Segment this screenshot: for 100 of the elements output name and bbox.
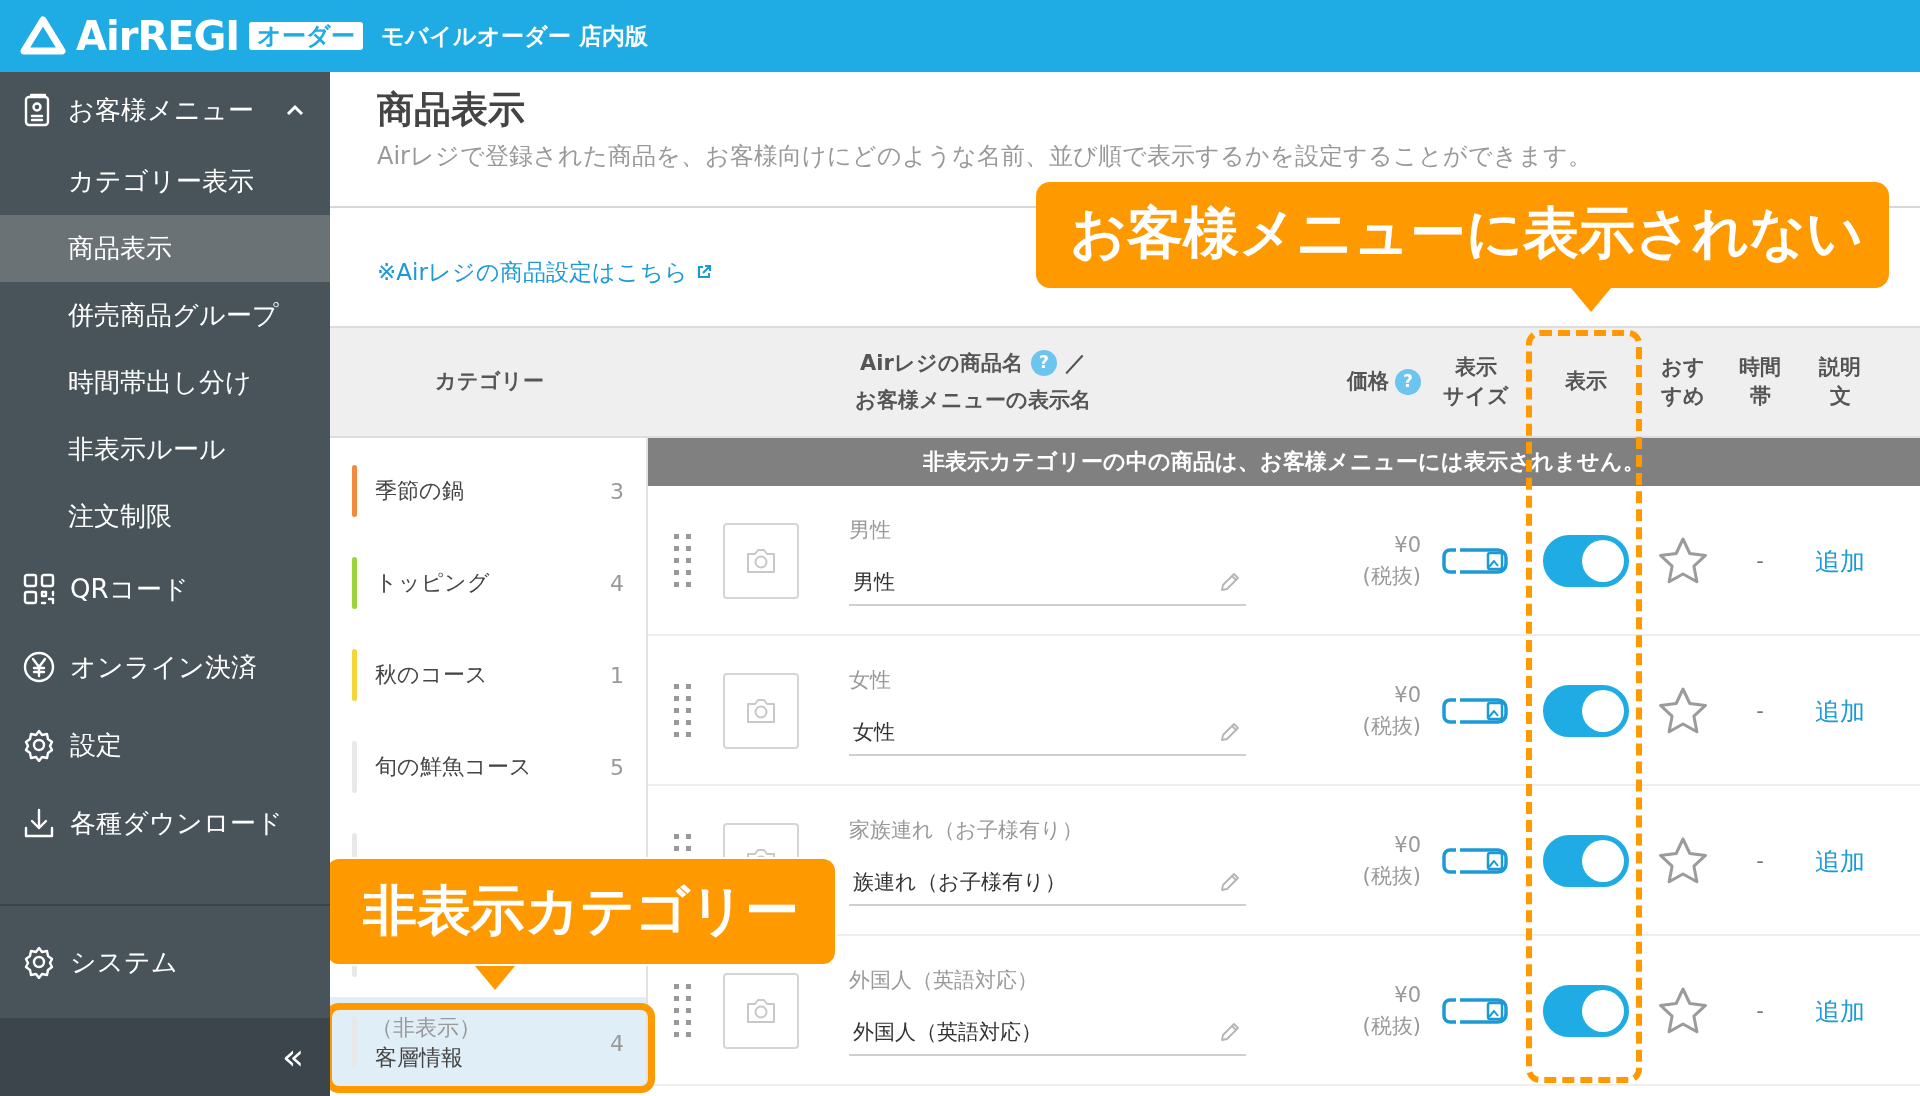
nav-subitem[interactable]: 時間帯出し分け [0,349,330,416]
separator-text: ／ [1064,349,1086,377]
product-badge: オーダー [249,21,364,51]
price-text: ¥0 [1394,831,1421,859]
tax-label: (税抜) [1362,1013,1421,1040]
qr-code-icon [22,572,56,606]
nav-item[interactable]: オンライン決済 [70,649,257,685]
time-slot-value: - [1756,549,1764,573]
column-header: 表示 [1564,368,1607,396]
nav-item[interactable]: システム [70,944,178,980]
time-slot-value: - [1756,999,1764,1023]
column-header: 価格 [1347,368,1389,396]
notice-banner: 非表示カテゴリーの中の商品は、お客様メニューには表示されません。 [648,438,1920,486]
nav-item[interactable]: 設定 [70,727,122,763]
nav-subitem[interactable]: 非表示ルール [0,416,330,483]
drag-handle-icon[interactable] [673,683,693,739]
star-icon[interactable] [1656,986,1709,1036]
app-subtitle: モバイルオーダー 店内版 [381,21,649,51]
pencil-icon [1218,870,1242,894]
time-slot-value: - [1756,699,1764,723]
drag-handle-icon[interactable] [673,533,693,589]
original-name: 外国人（英語対応） [849,967,1039,994]
nav-item[interactable]: QRコード [70,571,189,607]
tax-label: (税抜) [1362,563,1421,590]
category-name: 秋のコース [375,661,489,689]
settings-icon [22,945,56,979]
tax-label: (税抜) [1362,713,1421,740]
category-item[interactable]: 季節の鍋 3 [330,445,646,537]
photo-placeholder[interactable] [723,523,799,599]
item-count: 5 [610,754,624,780]
category-item[interactable]: トッピング 4 [330,537,646,629]
nav-item[interactable]: お客様メニュー [68,92,254,128]
column-header: 説明 [1819,353,1861,381]
category-name: 客層情報 [375,1044,464,1072]
display-name-field[interactable]: 男性 [849,568,1246,606]
chevron-up-icon[interactable] [286,104,304,116]
nav-item[interactable]: 各種ダウンロード [70,805,283,841]
star-icon[interactable] [1656,836,1709,886]
drag-handle-icon[interactable] [673,983,693,1039]
visibility-toggle[interactable] [1542,535,1629,587]
time-slot-value: - [1756,849,1764,873]
display-name-field[interactable]: 女性 [849,718,1246,756]
collapse-button[interactable]: « [281,1039,304,1075]
category-item[interactable]: 秋のコース 1 [330,629,646,721]
price-text: ¥0 [1394,681,1421,709]
category-name: 旬の鮮魚コース [375,753,533,781]
column-header: 文 [1829,383,1851,410]
price-text: ¥0 [1394,981,1421,1009]
pencil-icon [1218,570,1242,594]
column-header: 表示 [1455,353,1497,381]
settings-icon [22,728,56,762]
column-header: すめ [1660,383,1705,410]
column-header: カテゴリー [434,368,544,396]
price-text: ¥0 [1394,531,1421,559]
page-title: 商品表示 [377,87,526,133]
display-name-field[interactable]: 外国人（英語対応） [849,1018,1246,1056]
display-size-icon[interactable] [1442,847,1510,875]
column-header: 帯 [1749,383,1771,410]
yen-coin-icon [22,650,56,684]
page-description: Airレジで登録された商品を、お客様向けにどのような名前、並び順で表示するかを設定することができます。 [377,141,1593,173]
column-header: サイズ [1443,383,1509,410]
tax-label: (税抜) [1362,863,1421,890]
nav-subitem[interactable]: 商品表示 [0,215,330,282]
original-name: 女性 [849,667,892,694]
download-icon [22,806,56,840]
display-size-icon[interactable] [1442,547,1510,575]
hidden-label: （非表示） [371,1014,482,1042]
column-header: 時間 [1739,353,1781,381]
category-item[interactable]: 旬の鮮魚コース 5 [330,721,646,813]
original-name: 家族連れ（お子様有り） [849,817,1084,844]
star-icon[interactable] [1656,686,1709,736]
callout-tooltip: 非表示カテゴリー [330,857,837,990]
visibility-toggle[interactable] [1542,835,1629,887]
photo-placeholder[interactable] [723,973,799,1049]
column-subheader: お客様メニューの表示名 [855,387,1091,414]
nav-subitem[interactable]: カテゴリー表示 [0,148,330,215]
original-name: 男性 [849,517,892,544]
display-size-icon[interactable] [1442,997,1510,1025]
nav-subitem[interactable]: 併売商品グループ [0,282,330,349]
pencil-icon [1218,1020,1242,1044]
category-name: 季節の鍋 [375,477,465,505]
visibility-toggle[interactable] [1542,685,1629,737]
display-name-field[interactable]: 族連れ（お子様有り） [849,868,1246,906]
nav-subitem[interactable]: 注文制限 [0,483,330,550]
logo-triangle-icon [20,16,66,56]
column-header: おす [1660,353,1705,381]
pencil-icon [1218,720,1242,744]
callout-tooltip: お客様メニューに表示されない [1036,182,1889,312]
item-count: 4 [610,570,624,596]
external-link-icon [695,264,712,280]
star-icon[interactable] [1656,536,1709,586]
item-count: 1 [610,662,624,688]
column-header: Airレジの商品名 [860,349,1023,377]
display-size-icon[interactable] [1442,697,1510,725]
category-name: トッピング [375,569,491,597]
app-logo: AirREGI [76,16,240,56]
photo-placeholder[interactable] [723,673,799,749]
item-count: 3 [610,478,624,504]
item-count: 4 [610,1030,624,1056]
visibility-toggle[interactable] [1542,985,1629,1037]
